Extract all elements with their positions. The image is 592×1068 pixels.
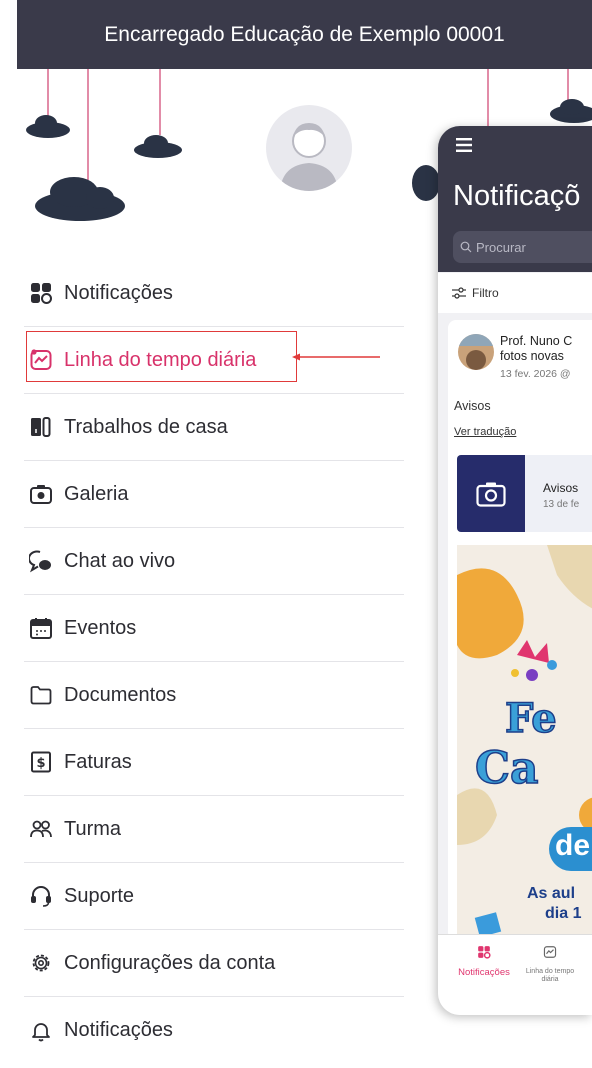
hamburger-icon[interactable] xyxy=(456,138,472,152)
menu-item-documentos[interactable]: Documentos xyxy=(24,662,404,729)
carnival-poster-image[interactable]: Fe Ca de As aul dia 1 xyxy=(457,545,592,935)
preview-search-input[interactable]: Procurar xyxy=(453,231,592,263)
timeline-icon xyxy=(543,946,557,958)
menu-item-configuracoes[interactable]: Configurações da conta xyxy=(24,930,404,997)
grid-icon xyxy=(478,946,491,959)
menu-item-label: Eventos xyxy=(64,616,137,639)
headset-icon xyxy=(28,883,54,909)
search-placeholder: Procurar xyxy=(476,239,526,255)
tab-label: Notificações xyxy=(458,967,510,978)
preview-tab-bar: Notificações Linha do tempo diária xyxy=(438,934,592,1015)
menu-item-label: Notificações xyxy=(64,1019,173,1041)
tab-label: Linha do tempo diária xyxy=(525,968,575,983)
album-date: 13 de fe xyxy=(543,499,580,510)
translate-link[interactable]: Ver tradução xyxy=(454,426,516,438)
svg-text:$: $ xyxy=(36,756,45,771)
preview-title: Notificaçõ xyxy=(453,180,581,212)
menu-item-eventos[interactable]: Eventos xyxy=(24,595,404,662)
gear-icon xyxy=(28,950,54,976)
notification-card[interactable]: Prof. Nuno C fotos novas 13 fev. 2026 @ … xyxy=(448,320,592,940)
poster-title-line1: Fe xyxy=(504,694,557,743)
menu-item-faturas[interactable]: $ Faturas xyxy=(24,729,404,796)
menu-item-label: Notificações xyxy=(64,281,173,304)
menu-item-galeria[interactable]: Galeria xyxy=(24,461,404,528)
poster-line5: dia 1 xyxy=(545,905,582,922)
post-date: 13 fev. 2026 @ xyxy=(500,368,571,380)
grid-icon xyxy=(28,280,54,306)
menu-item-chat[interactable]: Chat ao vivo xyxy=(24,528,404,595)
filter-label: Filtro xyxy=(472,286,499,300)
folder-icon xyxy=(28,682,54,708)
menu-item-label: Faturas xyxy=(64,750,132,773)
menu-item-label: Turma xyxy=(64,817,122,840)
calendar-icon xyxy=(28,615,54,641)
bell-icon xyxy=(28,1018,54,1044)
camera-icon xyxy=(457,455,525,532)
album-title: Avisos xyxy=(543,481,579,495)
menu-item-label: Trabalhos de casa xyxy=(64,415,228,438)
post-category: Avisos xyxy=(454,399,491,413)
menu-item-notificacoes[interactable]: Notificações xyxy=(24,260,404,327)
preview-header: Notificaçõ Procurar xyxy=(438,126,592,272)
books-icon xyxy=(28,414,54,440)
author-avatar xyxy=(458,334,494,370)
tab-notificacoes[interactable]: Notificações xyxy=(444,945,524,978)
menu-item-label: Galeria xyxy=(64,482,129,505)
app-preview: Notificaçõ Procurar Filtro Prof. Nuno C … xyxy=(438,126,592,1015)
tab-linha-do-tempo[interactable]: Linha do tempo diária xyxy=(522,945,578,984)
poster-line3: de xyxy=(555,829,591,862)
menu-item-label: Chat ao vivo xyxy=(64,549,176,572)
user-avatar-icon xyxy=(280,123,338,191)
menu-item-suporte[interactable]: Suporte xyxy=(24,863,404,930)
menu-item-notificacoes-settings[interactable]: Notificações xyxy=(24,997,404,1064)
menu-item-label: Configurações da conta xyxy=(64,951,276,974)
post-author: Prof. Nuno C fotos novas xyxy=(500,334,573,363)
highlight-box xyxy=(26,331,297,382)
poster-title-line2: Ca xyxy=(474,742,539,795)
filter-button[interactable]: Filtro xyxy=(438,273,592,313)
filter-icon xyxy=(452,287,466,299)
arrow-left-icon xyxy=(292,353,380,361)
avatar[interactable] xyxy=(266,105,352,191)
camera-icon xyxy=(28,481,54,507)
menu-item-label: Documentos xyxy=(64,683,177,706)
chat-icon xyxy=(28,548,54,574)
menu-item-turma[interactable]: Turma xyxy=(24,796,404,863)
people-icon xyxy=(28,816,54,842)
menu-item-label: Suporte xyxy=(64,884,135,907)
album-attachment[interactable]: Avisos 13 de fe xyxy=(457,455,592,532)
invoice-icon: $ xyxy=(28,749,54,775)
menu-item-trabalhos[interactable]: Trabalhos de casa xyxy=(24,394,404,461)
poster-line4: As aul xyxy=(527,885,576,902)
search-icon xyxy=(460,241,472,253)
